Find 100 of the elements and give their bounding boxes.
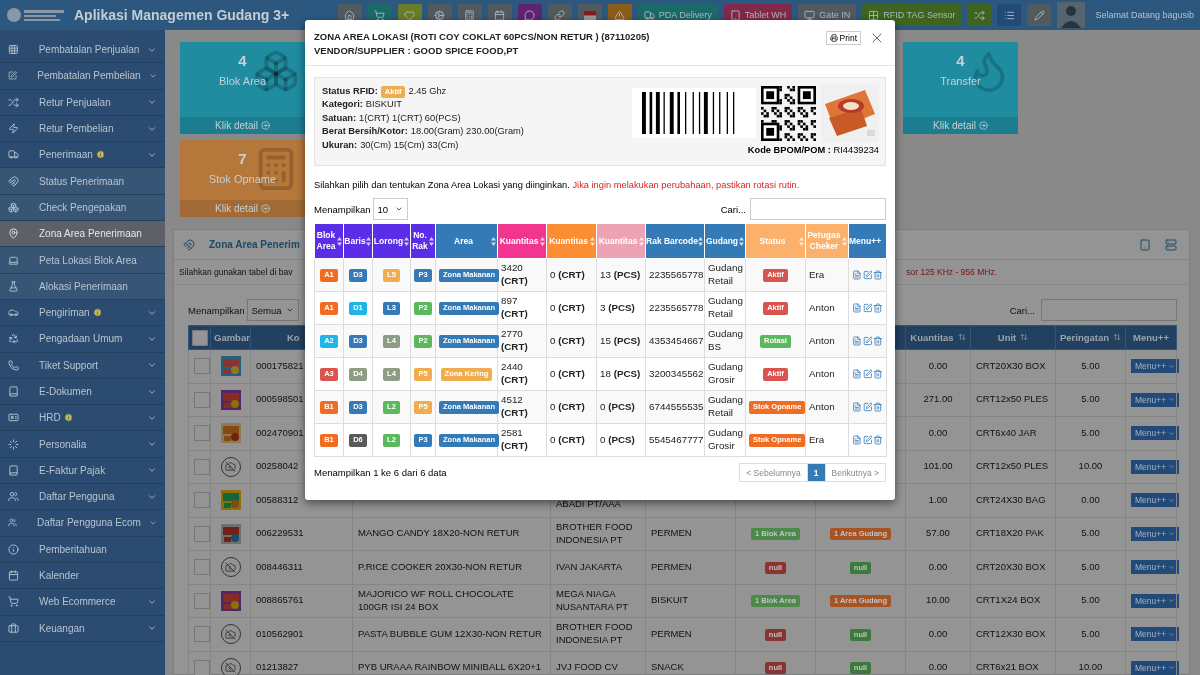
length-label: Menampilkan <box>314 203 371 215</box>
length-select[interactable]: Semua <box>246 299 299 321</box>
sort-icon[interactable] <box>1020 333 1029 341</box>
edit-icon[interactable] <box>862 435 873 445</box>
checkbox[interactable] <box>194 525 210 542</box>
table-cell: 2235565778 <box>645 291 705 325</box>
menu-button[interactable]: Menu++ <box>1131 359 1180 374</box>
menu-button[interactable]: Menu++ <box>1131 627 1180 642</box>
checkbox[interactable] <box>194 458 210 475</box>
checkbox[interactable] <box>194 391 210 408</box>
column-header[interactable]: Peringatan <box>1055 325 1126 350</box>
checkbox[interactable] <box>194 659 210 675</box>
column-header[interactable]: Unit <box>970 325 1056 350</box>
table-cell: 4353454667 <box>645 324 705 358</box>
search-field[interactable] <box>1041 299 1177 321</box>
checkbox[interactable] <box>192 329 208 346</box>
instruction-warning: Jika ingin melakukan perubahaan, pastikan rotasi rutin. <box>572 180 800 190</box>
sidebar-item[interactable]: Check Pengepakan <box>0 194 165 222</box>
table-cell: 10.00 <box>905 584 971 618</box>
tablet-icon[interactable] <box>1139 238 1151 251</box>
table-cell: Gudang Grosir <box>704 357 746 391</box>
sidebar-item[interactable]: Zona Area Penerimaan <box>0 221 165 248</box>
print-button[interactable]: Print <box>825 31 861 45</box>
column-header[interactable]: Gudang <box>704 223 746 259</box>
table-cell: CRT12x50 PLES <box>970 383 1056 417</box>
menu-button[interactable]: Menu++ <box>1131 459 1180 474</box>
table-cell: 0 (CRT) <box>546 390 597 424</box>
checkbox[interactable] <box>194 358 210 375</box>
menu-button[interactable]: Menu++ <box>1131 493 1180 508</box>
document-icon[interactable] <box>852 402 862 412</box>
column-header[interactable]: Kuantitas <box>546 223 597 259</box>
truck-icon <box>643 9 655 21</box>
menu-button[interactable]: Menu++ <box>1131 560 1180 575</box>
table-cell: CRT24X30 BAG <box>970 483 1056 517</box>
edit-icon[interactable] <box>862 402 873 412</box>
caret-icon <box>1168 362 1176 370</box>
table-cell: 6744555535 <box>645 390 705 424</box>
column-header[interactable]: Blok Area <box>314 223 344 259</box>
edit-icon <box>8 70 18 82</box>
table-cell: 1.00 <box>905 483 971 517</box>
column-header[interactable]: Menu++ <box>1125 325 1177 350</box>
delete-icon[interactable] <box>873 336 883 346</box>
sort-icon[interactable] <box>1113 333 1122 341</box>
column-header[interactable]: Lorong <box>372 223 411 259</box>
delete-icon[interactable] <box>873 402 883 412</box>
menu-button[interactable]: Menu++ <box>1131 426 1180 441</box>
monitor-icon <box>804 9 816 21</box>
column-header[interactable]: Kuantitas <box>497 223 547 259</box>
checkbox[interactable] <box>194 592 210 609</box>
table-cell: 0 (CRT) <box>546 357 597 391</box>
edit-icon[interactable] <box>862 270 873 280</box>
checkbox[interactable] <box>194 559 210 576</box>
table-cell: BROTHER FOOD INDONESIA PT <box>550 617 646 651</box>
delete-icon[interactable] <box>873 270 883 280</box>
menu-button[interactable]: Menu++ <box>1131 660 1180 675</box>
column-header[interactable]: Area <box>435 223 498 259</box>
detail-link[interactable]: Klik detail <box>903 117 1018 134</box>
column-header[interactable]: Gambar <box>210 325 251 350</box>
detail-link[interactable]: Klik detail <box>180 117 305 134</box>
length-select[interactable]: 10 <box>372 198 408 220</box>
sort-icon[interactable] <box>957 333 966 341</box>
server-icon[interactable] <box>1165 238 1177 251</box>
checkbox[interactable] <box>194 492 210 509</box>
document-icon[interactable] <box>852 369 862 379</box>
search-field[interactable] <box>750 198 886 220</box>
column-header[interactable]: Rak Barcode <box>645 223 705 259</box>
delete-icon[interactable] <box>873 303 883 313</box>
toolbar-button[interactable]: RFID TAG Sensor <box>862 4 962 26</box>
caret-icon <box>1168 597 1176 605</box>
delete-icon[interactable] <box>873 369 883 379</box>
document-icon[interactable] <box>852 336 862 346</box>
checkbox[interactable] <box>194 626 210 643</box>
checkbox[interactable] <box>194 425 210 442</box>
detail-link[interactable]: Klik detail <box>180 200 305 217</box>
sidebar-item[interactable]: Alokasi Penerimaan <box>0 273 165 300</box>
edit-icon[interactable] <box>862 303 873 313</box>
menu-button[interactable]: Menu++ <box>1131 526 1180 541</box>
menu-button[interactable]: Menu++ <box>1131 392 1180 407</box>
table-cell: 5.00 <box>1055 550 1126 584</box>
table-cell: Era <box>805 258 849 292</box>
calendar-icon <box>8 570 19 582</box>
edit-icon[interactable] <box>862 369 873 379</box>
sidebar-item[interactable]: Status Penerimaan <box>0 168 165 195</box>
column-header[interactable]: Kuantitas <box>905 325 971 350</box>
table-cell: PASTA BUBBLE GUM 12X30-NON RETUR <box>352 617 551 651</box>
table-cell: CRT20X30 BOX <box>970 349 1056 383</box>
stat-value: 7 <box>238 150 247 167</box>
column-header[interactable]: No. Rak <box>410 223 436 259</box>
document-icon[interactable] <box>852 435 862 445</box>
table-cell: CRT20X30 BOX <box>970 550 1056 584</box>
document-icon[interactable] <box>852 270 862 280</box>
delete-icon[interactable] <box>873 435 883 445</box>
column-header[interactable]: Baris <box>343 223 373 259</box>
table-cell: 5.00 <box>1055 383 1126 417</box>
sidebar-item[interactable]: Peta Lokasi Blok Area <box>0 247 165 274</box>
menu-button[interactable]: Menu++ <box>1131 593 1180 608</box>
column-header[interactable]: Menu++ <box>848 223 887 259</box>
table-cell: CRT12x50 PLES <box>970 450 1056 484</box>
edit-icon[interactable] <box>862 336 873 346</box>
document-icon[interactable] <box>852 303 862 313</box>
